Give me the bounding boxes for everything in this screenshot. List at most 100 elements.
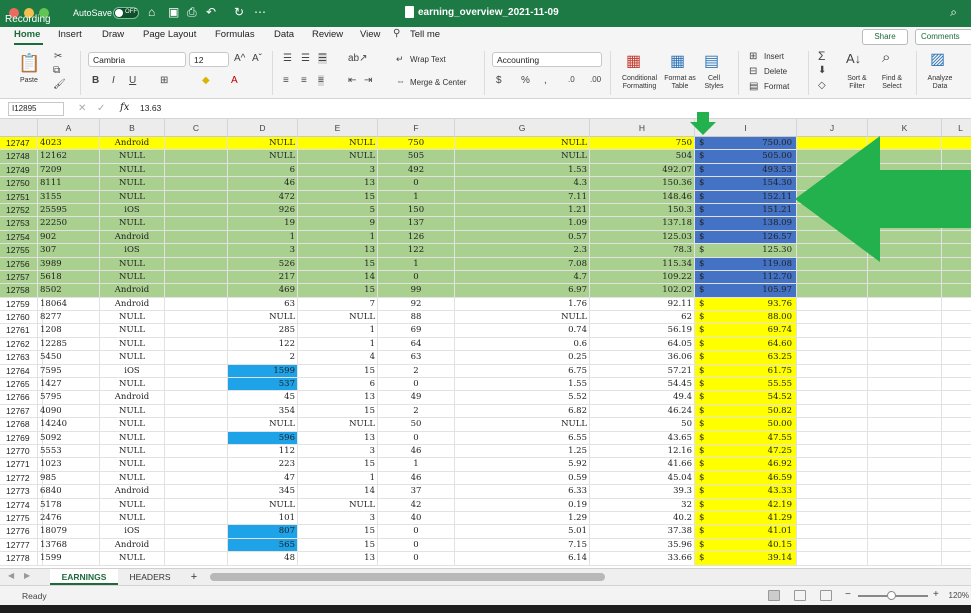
cell-g[interactable]: 0.59 — [455, 471, 590, 486]
cell-a[interactable]: 5553 — [38, 444, 100, 459]
cell-a[interactable]: 5178 — [38, 498, 100, 512]
row-header[interactable]: 12750 — [0, 177, 38, 191]
cell-h[interactable]: 57.21 — [590, 364, 695, 379]
decrease-font-icon[interactable]: Aˇ — [252, 53, 262, 64]
autosave-toggle[interactable]: OFF — [113, 7, 139, 19]
cell-e[interactable]: NULL — [298, 311, 378, 325]
cell-a[interactable]: 4023 — [38, 137, 100, 151]
cell-c[interactable] — [165, 404, 228, 419]
cell-f[interactable]: 0 — [378, 177, 455, 191]
cell-f[interactable]: 46 — [378, 471, 455, 486]
cell-b[interactable]: NULL — [100, 378, 165, 392]
cell-i[interactable]: $112.70 — [695, 270, 797, 285]
cell-e[interactable]: 15 — [298, 364, 378, 379]
cell-j[interactable] — [797, 351, 868, 365]
cell-j[interactable] — [797, 485, 868, 499]
cell-e[interactable]: 6 — [298, 378, 378, 392]
cell-b[interactable]: NULL — [100, 270, 165, 285]
align-left-icon[interactable]: ≡ — [283, 75, 289, 86]
column-header-e[interactable]: E — [298, 119, 378, 137]
zoom-slider-knob[interactable] — [887, 591, 896, 600]
normal-view-icon[interactable] — [768, 590, 780, 601]
cell-e[interactable]: 15 — [298, 404, 378, 419]
cell-k[interactable] — [868, 404, 942, 419]
cell-e[interactable]: 14 — [298, 485, 378, 499]
select-all-corner[interactable] — [0, 119, 38, 137]
cell-c[interactable] — [165, 137, 228, 151]
cell-b[interactable]: iOS — [100, 525, 165, 539]
cell-f[interactable]: 0 — [378, 378, 455, 392]
cell-c[interactable] — [165, 324, 228, 338]
cell-a[interactable]: 1023 — [38, 458, 100, 472]
format-painter-icon[interactable]: 🖌 — [53, 79, 66, 90]
analyze-data-button[interactable]: Analyze Data — [922, 75, 958, 91]
comma-icon[interactable]: , — [544, 75, 547, 86]
conditional-formatting-icon[interactable]: ▦ — [626, 51, 641, 71]
cell-i[interactable]: $43.33 — [695, 485, 797, 499]
cut-icon[interactable]: ✂ — [54, 51, 62, 62]
cell-b[interactable]: NULL — [100, 324, 165, 338]
cell-j[interactable] — [797, 284, 868, 298]
italic-icon[interactable]: I — [112, 75, 115, 86]
cell-i[interactable]: $50.00 — [695, 418, 797, 432]
cell-l[interactable] — [942, 472, 971, 486]
cell-a[interactable]: 8277 — [38, 311, 100, 325]
cell-c[interactable] — [165, 297, 228, 312]
cell-l[interactable] — [942, 405, 971, 419]
cell-g[interactable]: 1.76 — [455, 297, 590, 312]
cell-b[interactable]: NULL — [100, 163, 165, 178]
cell-j[interactable] — [797, 297, 868, 312]
cell-d[interactable]: 46 — [228, 177, 298, 191]
find-select-icon[interactable]: ⌕ — [882, 49, 890, 66]
cell-i[interactable]: $125.30 — [695, 244, 797, 258]
row-header[interactable]: 12767 — [0, 404, 38, 419]
cell-d[interactable]: 19 — [228, 217, 298, 231]
cell-h[interactable]: 37.38 — [590, 525, 695, 539]
format-table-icon[interactable]: ▦ — [670, 51, 685, 71]
copy-icon[interactable]: ⧉ — [53, 65, 60, 76]
cell-i[interactable]: $47.25 — [695, 444, 797, 459]
cell-c[interactable] — [165, 471, 228, 486]
cell-e[interactable]: 15 — [298, 284, 378, 298]
cell-d[interactable]: 122 — [228, 337, 298, 352]
cell-i[interactable]: $505.00 — [695, 150, 797, 164]
cell-f[interactable]: 92 — [378, 297, 455, 312]
home-icon[interactable]: ⌂ — [148, 5, 155, 19]
row-header[interactable]: 12756 — [0, 257, 38, 271]
cell-c[interactable] — [165, 311, 228, 325]
cell-g[interactable]: 6.14 — [455, 552, 590, 566]
cell-f[interactable]: 137 — [378, 217, 455, 231]
page-layout-view-icon[interactable] — [794, 590, 806, 601]
cell-k[interactable] — [868, 485, 942, 499]
cell-b[interactable]: NULL — [100, 471, 165, 486]
cell-d[interactable]: 47 — [228, 471, 298, 486]
cell-d[interactable]: 354 — [228, 404, 298, 419]
increase-font-icon[interactable]: A^ — [234, 53, 245, 64]
confirm-icon[interactable]: ✓ — [97, 103, 105, 114]
cell-b[interactable]: Android — [100, 297, 165, 312]
cell-g[interactable]: 0.6 — [455, 337, 590, 352]
fill-color-icon[interactable]: ◆ — [202, 75, 210, 86]
cell-i[interactable]: $54.52 — [695, 391, 797, 405]
row-header[interactable]: 12773 — [0, 485, 38, 499]
cell-i[interactable]: $46.92 — [695, 458, 797, 472]
decrease-decimal-icon[interactable]: .00 — [590, 75, 601, 84]
cell-g[interactable]: NULL — [455, 137, 590, 151]
insert-cells-icon[interactable]: ⊞ — [749, 51, 757, 62]
row-header[interactable]: 12747 — [0, 137, 38, 151]
cell-f[interactable]: 150 — [378, 203, 455, 218]
cell-h[interactable]: 41.66 — [590, 458, 695, 472]
cell-h[interactable]: 12.16 — [590, 444, 695, 459]
cell-g[interactable]: 4.3 — [455, 177, 590, 191]
cell-d[interactable]: 596 — [228, 431, 298, 445]
cell-g[interactable]: 0.74 — [455, 324, 590, 338]
cell-f[interactable]: 2 — [378, 404, 455, 419]
cell-k[interactable] — [868, 444, 942, 459]
cell-c[interactable] — [165, 418, 228, 432]
wrap-text-button[interactable]: Wrap Text — [410, 56, 446, 64]
cell-f[interactable]: 492 — [378, 163, 455, 178]
fill-icon[interactable]: ⬇ — [818, 65, 826, 76]
cell-f[interactable]: 0 — [378, 525, 455, 539]
prev-sheet-icon[interactable]: ◀ — [8, 571, 14, 580]
cell-h[interactable]: 92.11 — [590, 297, 695, 312]
